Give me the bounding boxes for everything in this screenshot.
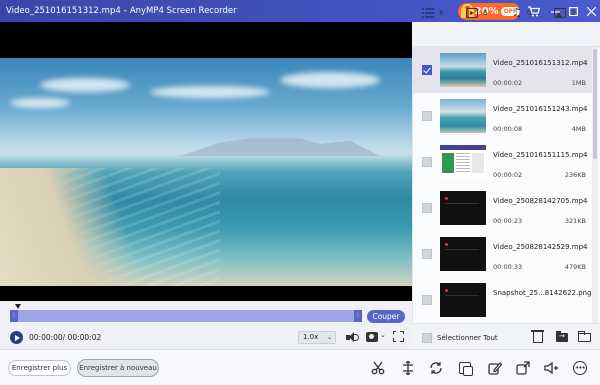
select-all-label[interactable]: Sélectionner Tout — [437, 334, 498, 342]
item-checkbox[interactable] — [422, 65, 432, 75]
list-item[interactable]: Video_251016151312.mp4 00:00:02 1MB — [412, 47, 592, 93]
volume-icon[interactable] — [345, 331, 359, 344]
scrollbar-thumb[interactable] — [593, 49, 597, 159]
play-button[interactable] — [10, 331, 23, 344]
playhead-marker[interactable] — [15, 304, 21, 309]
media-tabs — [412, 22, 600, 47]
select-all-checkbox[interactable] — [422, 333, 432, 343]
close-icon[interactable] — [582, 0, 600, 22]
thumbnail — [440, 237, 486, 271]
cut-button[interactable]: Couper — [367, 310, 405, 323]
file-duration: 00:00:02 — [493, 171, 523, 179]
tab-video-count: 6 — [483, 9, 488, 17]
file-name: Video_251016151115.mp4 — [493, 151, 588, 159]
file-list: Video_251016151312.mp4 00:00:02 1MB Vide… — [412, 47, 592, 323]
file-duration: 00:00:23 — [493, 217, 523, 225]
file-name: Video_251016151312.mp4 — [493, 59, 588, 67]
scissors-icon[interactable] — [368, 358, 388, 378]
title-bar: Video_251016151312.mp4- AnyMP4 Screen Rec… — [0, 0, 600, 22]
video-frame[interactable] — [0, 58, 412, 286]
chevron-down-icon: ⌄ — [326, 334, 332, 341]
rotate-icon[interactable] — [426, 358, 446, 378]
edit-icon[interactable] — [485, 358, 505, 378]
file-duration: 00:00:08 — [493, 125, 523, 133]
tab-audio[interactable]: ♫ 0 — [512, 7, 531, 19]
time-display: 00:00:00/ 00:00:02 — [29, 333, 102, 342]
speed-select[interactable]: 1.0x ⌄ — [298, 331, 336, 344]
list-item[interactable]: Video_251016151243.mp4 00:00:08 4MB — [412, 93, 592, 139]
window-title: Video_251016151312.mp4- AnyMP4 Screen Rec… — [6, 6, 237, 16]
item-checkbox[interactable] — [422, 295, 432, 305]
tab-audio-count: 0 — [526, 9, 532, 17]
file-size: 479KB — [564, 263, 586, 271]
thumbnail — [440, 283, 486, 317]
title-separator: - — [123, 6, 127, 16]
record-more-button[interactable]: Enregistrer plus — [8, 360, 71, 376]
tab-image[interactable]: 2 — [554, 7, 575, 19]
camera-dropdown-icon[interactable]: ⌄ — [380, 331, 386, 339]
trim-start-handle[interactable]: ⋮ — [10, 310, 18, 322]
file-name: Video_251016151243.mp4 — [493, 105, 588, 113]
trash-icon[interactable] — [531, 330, 544, 343]
video-icon — [466, 8, 478, 18]
list-item[interactable]: Snapshot_25...8142622.png — [412, 277, 592, 323]
list-item[interactable]: Video_251016151115.mp4 00:00:02 236KB — [412, 139, 592, 185]
export-folder-icon[interactable] — [556, 331, 568, 342]
tab-all[interactable]: 8 — [422, 7, 443, 19]
more-icon[interactable]: ••• — [570, 358, 590, 378]
file-name: Video_250828142705.mp4 — [493, 197, 588, 205]
video-player[interactable] — [0, 22, 412, 301]
file-list-scrollbar[interactable] — [592, 47, 598, 323]
image-icon — [554, 8, 566, 18]
speed-value: 1.0x — [303, 333, 319, 341]
music-note-icon: ♫ — [512, 6, 522, 19]
volume-boost-icon[interactable] — [541, 358, 561, 378]
file-name: Video_250828142529.mp4 — [493, 243, 588, 251]
trim-end-handle[interactable]: ⋮ — [354, 310, 362, 322]
camera-icon[interactable] — [366, 332, 378, 342]
list-item[interactable]: Video_250828142529.mp4 00:00:33 479KB — [412, 231, 592, 277]
item-checkbox[interactable] — [422, 157, 432, 167]
file-duration: 00:00:02 — [493, 79, 523, 87]
file-name: Snapshot_25...8142622.png — [493, 289, 592, 297]
convert-icon[interactable] — [513, 358, 533, 378]
tab-video[interactable]: 6 — [466, 7, 487, 19]
item-checkbox[interactable] — [422, 249, 432, 259]
fullscreen-icon[interactable] — [392, 330, 404, 342]
adjust-icon[interactable] — [398, 358, 418, 378]
window-filename: Video_251016151312.mp4 — [6, 6, 121, 16]
file-duration: 00:00:33 — [493, 263, 523, 271]
file-size: 236KB — [564, 171, 586, 179]
item-checkbox[interactable] — [422, 111, 432, 121]
thumbnail — [440, 53, 486, 87]
app-name: AnyMP4 Screen Recorder — [129, 6, 237, 16]
file-size: 321KB — [564, 217, 586, 225]
trim-track[interactable] — [10, 310, 362, 322]
tab-image-count: 2 — [571, 9, 576, 17]
thumbnail — [440, 99, 486, 133]
tab-all-count: 8 — [439, 9, 444, 17]
thumbnail — [440, 191, 486, 225]
file-size: 4MB — [571, 125, 586, 133]
list-item[interactable]: Video_250828142705.mp4 00:00:23 321KB — [412, 185, 592, 231]
record-again-button[interactable]: Enregistrer à nouveau — [77, 359, 159, 377]
thumbnail — [440, 145, 486, 179]
list-icon — [422, 8, 434, 18]
open-folder-icon[interactable] — [578, 331, 591, 342]
item-checkbox[interactable] — [422, 203, 432, 213]
file-size: 1MB — [571, 79, 586, 87]
compress-icon[interactable] — [455, 358, 475, 378]
